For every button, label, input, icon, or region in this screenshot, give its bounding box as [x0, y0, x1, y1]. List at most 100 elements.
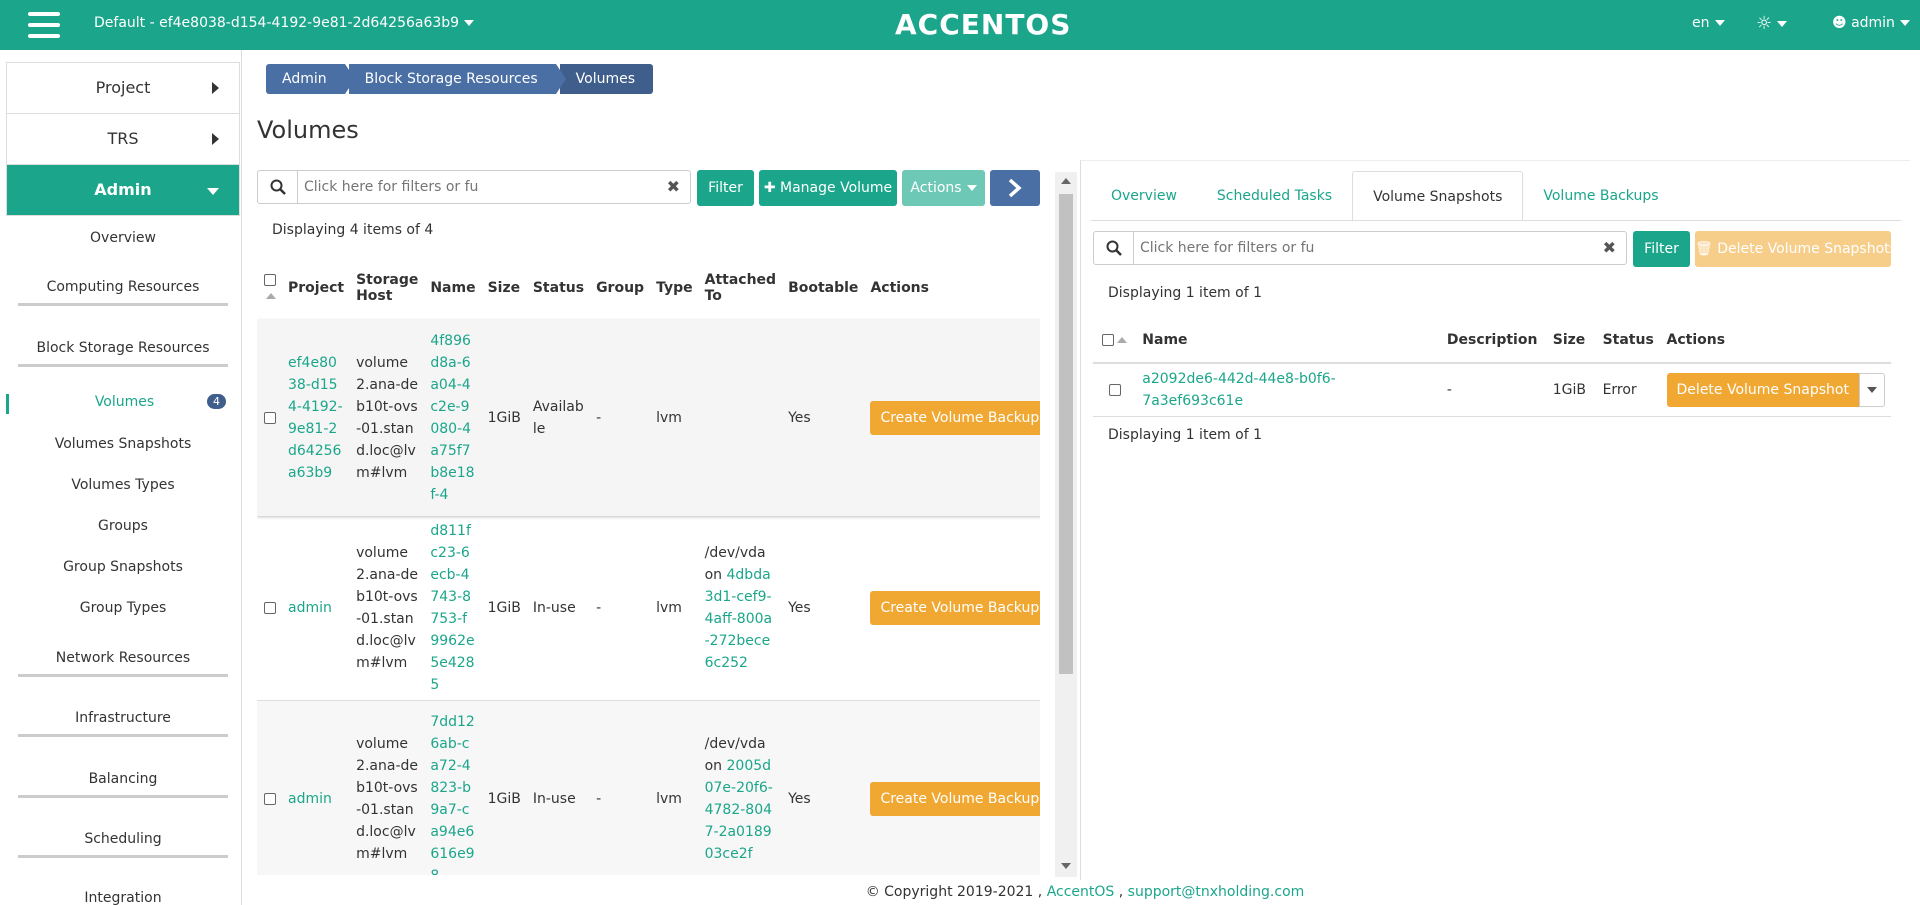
- project-link[interactable]: ef4e8038-d154-4192-9e81-2d64256a63b9: [288, 355, 343, 481]
- language-selector[interactable]: en: [1692, 15, 1725, 31]
- chevron-down-icon: [1899, 20, 1910, 26]
- create-volume-backup-button[interactable]: Create Volume Backup: [870, 591, 1040, 625]
- select-all-checkbox[interactable]: [263, 274, 276, 286]
- tab-overview[interactable]: Overview: [1091, 171, 1197, 221]
- chevron-down-icon: [1714, 20, 1725, 26]
- support-email-link[interactable]: support@tnxholding.com: [1128, 884, 1305, 900]
- volume-name-link[interactable]: 7dd126ab-ca72-4823-b9a7-ca94e6616e98: [430, 714, 475, 875]
- table-header-row: Project Storage Host Name Size Status Gr…: [257, 256, 1040, 320]
- row-checkbox[interactable]: [263, 412, 276, 424]
- user-menu[interactable]: ☻ admin: [1832, 15, 1910, 31]
- column-size[interactable]: Size: [1547, 317, 1597, 363]
- snapshots-search[interactable]: ✖: [1093, 231, 1627, 265]
- sidebar-item-overview[interactable]: Overview: [6, 230, 240, 246]
- breadcrumb-admin[interactable]: Admin: [266, 64, 355, 94]
- sidebar-group-network[interactable]: Network Resources: [18, 650, 228, 677]
- volume-group: -: [596, 790, 602, 807]
- sort-icon[interactable]: [1117, 336, 1128, 343]
- column-type[interactable]: Type: [650, 256, 699, 320]
- filter-button[interactable]: Filter: [1633, 231, 1690, 267]
- sidebar-item-volumes[interactable]: Volumes 4: [6, 394, 240, 414]
- column-project[interactable]: Project: [282, 256, 350, 320]
- tab-volume-snapshots[interactable]: Volume Snapshots: [1352, 171, 1524, 221]
- chevron-down-icon: [1777, 21, 1788, 27]
- column-description[interactable]: Description: [1441, 317, 1547, 363]
- sidebar-category-trs[interactable]: TRS: [6, 113, 240, 165]
- sidebar-group-block-storage[interactable]: Block Storage Resources: [18, 340, 228, 367]
- column-size[interactable]: Size: [482, 256, 527, 320]
- menu-icon[interactable]: [28, 12, 60, 38]
- sidebar-group-computing[interactable]: Computing Resources: [18, 279, 228, 306]
- create-volume-backup-button[interactable]: Create Volume Backup: [870, 401, 1040, 435]
- project-link[interactable]: admin: [288, 791, 332, 807]
- sidebar-group-balancing[interactable]: Balancing: [18, 771, 228, 798]
- sidebar-item-groups[interactable]: Groups: [6, 518, 240, 534]
- search-input[interactable]: [1138, 237, 1316, 259]
- sidebar: Project TRS Admin Overview Computing Res…: [0, 50, 242, 905]
- snapshot-name-link[interactable]: a2092de6-442d-44e8-b0f6-7a3ef693c61e: [1142, 371, 1335, 409]
- sort-icon[interactable]: [266, 293, 276, 299]
- snapshot-description: -: [1446, 382, 1452, 398]
- displaying-count: Displaying 1 item of 1: [1108, 285, 1262, 301]
- manage-volume-button[interactable]: ✚ Manage Volume: [759, 170, 897, 206]
- chevron-down-icon: [966, 185, 977, 191]
- row-actions-dropdown[interactable]: [1858, 373, 1885, 407]
- volumes-search[interactable]: ✖: [257, 170, 691, 204]
- row-action-group: Create Volume Backup: [870, 401, 1040, 435]
- sidebar-group-infrastructure[interactable]: Infrastructure: [18, 710, 228, 737]
- volumes-panel: ✖ Filter ✚ Manage Volume Actions Display…: [257, 170, 1040, 875]
- theme-selector[interactable]: ☼: [1756, 13, 1788, 34]
- close-icon[interactable]: ✖: [667, 177, 680, 196]
- tab-scheduled-tasks[interactable]: Scheduled Tasks: [1197, 171, 1352, 221]
- select-all-checkbox[interactable]: [1102, 333, 1115, 346]
- scroll-up-icon[interactable]: [1061, 178, 1071, 184]
- column-status[interactable]: Status: [1597, 317, 1661, 363]
- footer: © Copyright 2019-2021 , AccentOS , suppo…: [0, 884, 1920, 900]
- scroll-thumb[interactable]: [1059, 194, 1073, 674]
- sidebar-item-group-types[interactable]: Group Types: [6, 600, 240, 616]
- delete-snapshots-label: Delete Volume Snapshots: [1717, 241, 1897, 257]
- search-input[interactable]: [302, 176, 480, 198]
- filter-button[interactable]: Filter: [697, 170, 754, 206]
- footer-separator: ,: [1118, 884, 1124, 900]
- delete-volume-snapshots-button[interactable]: 🗑 Delete Volume Snapshots: [1695, 231, 1897, 267]
- volume-name-link[interactable]: d811fc23-6ecb-4743-8753-f9962e5e4285: [430, 523, 474, 693]
- sidebar-group-scheduling[interactable]: Scheduling: [18, 831, 228, 858]
- breadcrumb-volumes[interactable]: Volumes: [559, 64, 654, 94]
- column-bootable[interactable]: Bootable: [782, 256, 864, 320]
- sidebar-item-volumes-types[interactable]: Volumes Types: [6, 477, 240, 493]
- project-link[interactable]: admin: [288, 600, 332, 616]
- sidebar-category-admin[interactable]: Admin: [6, 164, 240, 216]
- project-selector[interactable]: Default - ef4e8038-d154-4192-9e81-2d6425…: [94, 15, 475, 31]
- row-checkbox[interactable]: [263, 792, 276, 805]
- expand-panel-button[interactable]: [990, 170, 1040, 206]
- volume-group: -: [596, 600, 602, 616]
- project-selector-label: Default - ef4e8038-d154-4192-9e81-2d6425…: [94, 15, 460, 31]
- displaying-count: Displaying 4 items of 4: [272, 222, 434, 238]
- column-group[interactable]: Group: [590, 256, 650, 320]
- column-storage-host[interactable]: Storage Host: [350, 256, 424, 320]
- sidebar-item-group-snapshots[interactable]: Group Snapshots: [6, 559, 240, 575]
- breadcrumb-block-storage[interactable]: Block Storage Resources: [348, 64, 566, 94]
- sidebar-item-volumes-snapshots[interactable]: Volumes Snapshots: [6, 436, 240, 452]
- column-name[interactable]: Name: [424, 256, 481, 320]
- storage-host: volume2.ana-deb10t-ovs-01.stand.loc@lvm#…: [356, 355, 419, 481]
- actions-dropdown[interactable]: Actions: [902, 170, 985, 206]
- column-attached-to[interactable]: Attached To: [699, 256, 782, 320]
- volume-name-link[interactable]: 4f896d8a-6a04-4c2e-9080-4a75f7b8e18f-4: [430, 333, 474, 503]
- volumes-scrollbar[interactable]: [1055, 172, 1077, 877]
- row-checkbox[interactable]: [1108, 384, 1121, 396]
- row-checkbox[interactable]: [263, 602, 276, 614]
- brand-logo[interactable]: ACCENTOS: [895, 8, 1071, 41]
- tab-volume-backups[interactable]: Volume Backups: [1523, 171, 1678, 221]
- column-name[interactable]: Name: [1136, 317, 1441, 363]
- scroll-down-icon[interactable]: [1061, 863, 1071, 869]
- sidebar-category-project[interactable]: Project: [6, 62, 240, 114]
- table-row: admin volume2.ana-deb10t-ovs-01.stand.lo…: [257, 700, 1040, 875]
- accentos-link[interactable]: AccentOS: [1047, 884, 1115, 900]
- column-status[interactable]: Status: [527, 256, 590, 320]
- snapshots-table: Name Description Size Status Actions a20…: [1093, 317, 1891, 417]
- create-volume-backup-button[interactable]: Create Volume Backup: [870, 781, 1040, 816]
- delete-volume-snapshot-button[interactable]: Delete Volume Snapshot: [1666, 373, 1859, 407]
- close-icon[interactable]: ✖: [1603, 238, 1616, 257]
